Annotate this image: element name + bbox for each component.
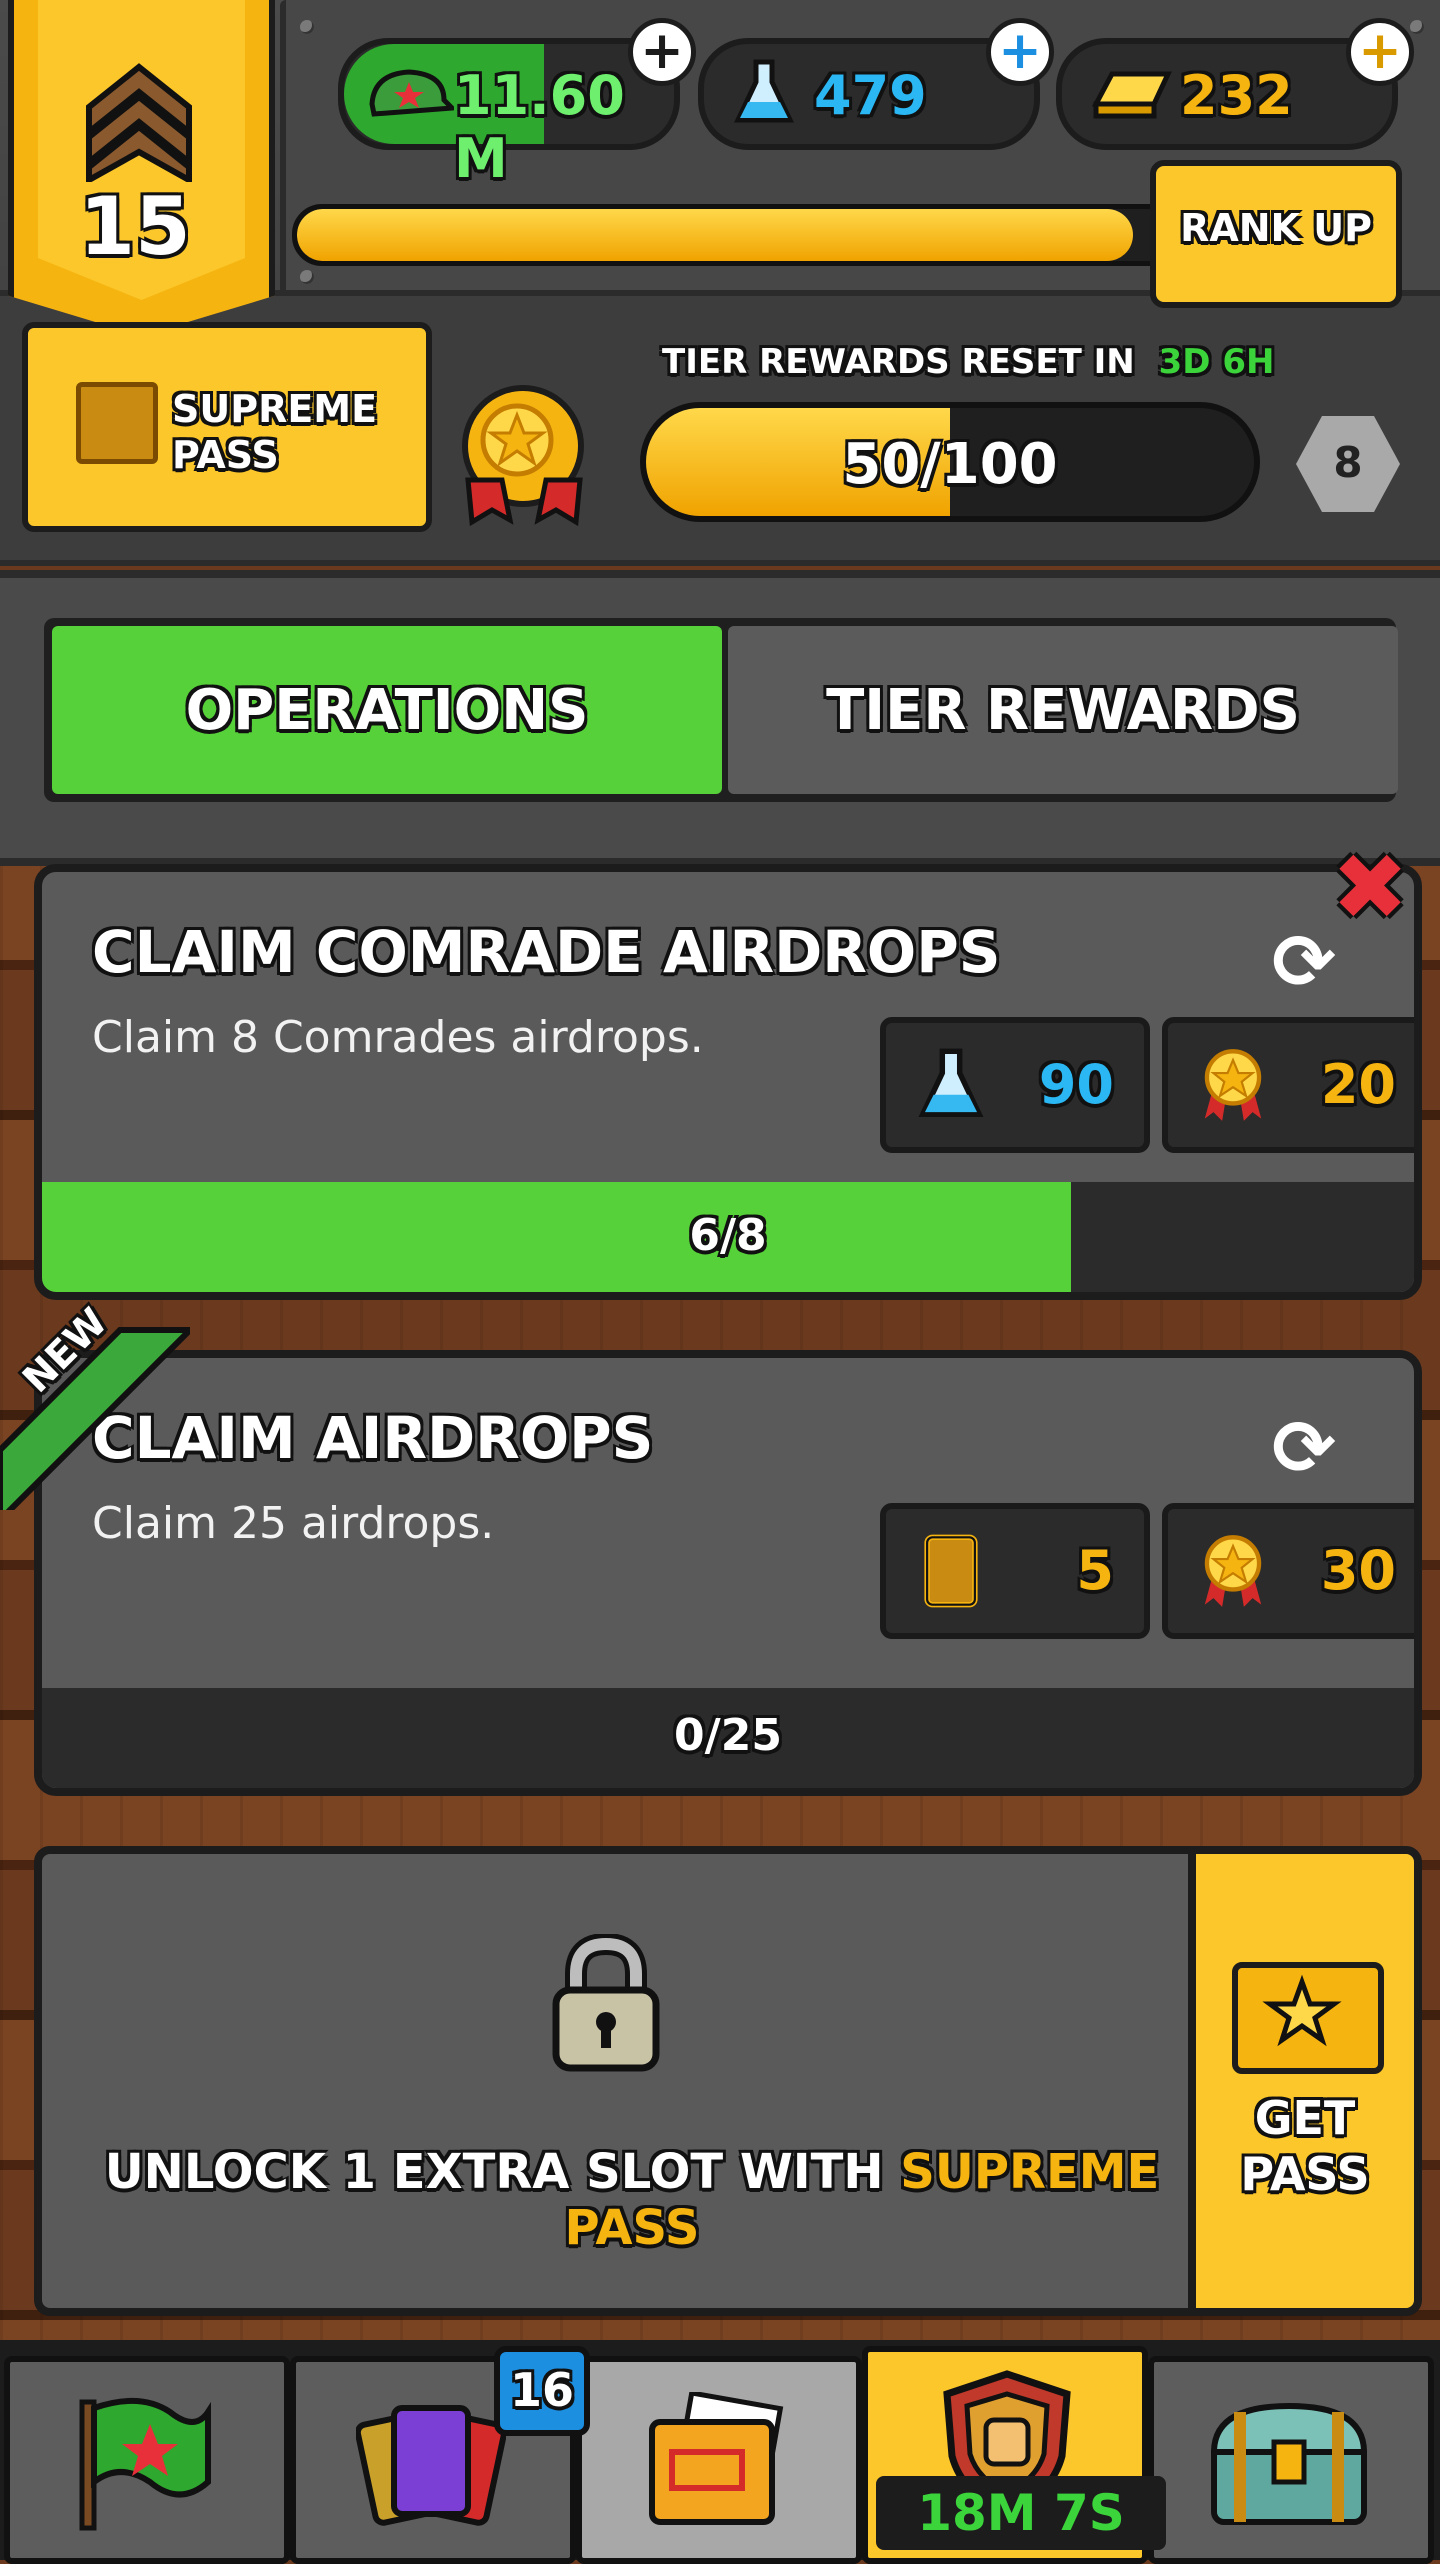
medal-icon xyxy=(1204,1049,1262,1121)
operation-description: Claim 8 Comrades airdrops. xyxy=(92,1012,704,1063)
operation-progress-bar: 0/25 xyxy=(42,1688,1414,1788)
soldiers-value: 11.60 M xyxy=(454,64,625,190)
add-soldiers-button[interactable]: + xyxy=(628,18,696,86)
pass-checkbox-icon xyxy=(76,382,158,464)
get-pass-label: GET PASS xyxy=(1240,2091,1370,2201)
operation-title: CLAIM COMRADE AIRDROPS xyxy=(92,918,1001,986)
tabs-panel: OPERATIONS TIER REWARDS xyxy=(0,570,1440,866)
rank-up-button[interactable]: RANK UP xyxy=(1150,160,1402,308)
xp-progress-bar xyxy=(292,204,1182,266)
bottom-nav xyxy=(0,2340,1440,2564)
reward-amount: 30 xyxy=(1320,1539,1396,1602)
cards-icon xyxy=(356,2405,506,2526)
operation-progress-bar: 6/8 xyxy=(42,1182,1414,1292)
tier-reset-time: 3D 6H xyxy=(1158,342,1275,382)
operation-card: CLAIM COMRADE AIRDROPS Claim 8 Comrades … xyxy=(34,864,1422,1300)
supreme-pass-label: SUPREME PASS xyxy=(172,387,378,477)
gold-bar-icon xyxy=(1092,71,1172,119)
operation-progress-text: 6/8 xyxy=(689,1210,767,1261)
rank-up-label: RANK UP xyxy=(1180,206,1372,250)
tab-operations[interactable]: OPERATIONS xyxy=(52,626,722,794)
pass-ticket-icon xyxy=(1232,1962,1384,2074)
flask-icon xyxy=(918,1048,984,1118)
padlock-icon xyxy=(552,1934,660,2072)
folder-icon xyxy=(649,2392,784,2525)
add-gold-button[interactable]: + xyxy=(1346,18,1414,86)
card-icon xyxy=(924,1534,978,1608)
add-flask-button[interactable]: + xyxy=(986,18,1054,86)
operations-timer: 18M 7S xyxy=(876,2476,1166,2550)
xp-progress-fill xyxy=(297,209,1133,261)
tier-progress-text: 50/100 xyxy=(842,432,1058,497)
gold-value: 232 xyxy=(1180,64,1293,127)
tier-reset-label: TIER REWARDS RESET IN 3D 6H xyxy=(662,342,1275,382)
locked-slot-message: UNLOCK 1 EXTRA SLOT WITH SUPREME PASS xyxy=(104,2144,1160,2256)
flask-icon xyxy=(734,59,794,123)
nav-shop-button[interactable] xyxy=(1148,2356,1434,2564)
locked-slot: UNLOCK 1 EXTRA SLOT WITH SUPREME PASS GE… xyxy=(34,1846,1422,2316)
sergeant-chevron-icon xyxy=(86,63,192,182)
reward-flask: 90 xyxy=(880,1017,1150,1153)
reward-medal: 20 xyxy=(1162,1017,1414,1153)
chest-icon xyxy=(1210,2402,1368,2525)
rank-number: 15 xyxy=(79,180,191,273)
reward-amount: 90 xyxy=(1038,1053,1114,1116)
medal-icon xyxy=(1204,1535,1262,1607)
reward-medal: 30 xyxy=(1162,1503,1414,1639)
reward-card: 5 xyxy=(880,1503,1150,1639)
nav-intel-button[interactable] xyxy=(576,2356,862,2564)
cards-count-badge: 16 xyxy=(494,2346,590,2436)
medal-ribbon-icon xyxy=(465,477,583,527)
operation-card: CLAIM AIRDROPS Claim 25 airdrops. ⟳ 5 30… xyxy=(34,1350,1422,1796)
tabs-container: OPERATIONS TIER REWARDS xyxy=(44,618,1398,802)
supreme-pass-button[interactable]: SUPREME PASS xyxy=(22,322,432,532)
reward-amount: 5 xyxy=(1076,1539,1114,1602)
close-icon[interactable]: ✖ xyxy=(1330,842,1410,934)
flag-icon xyxy=(79,2397,211,2531)
reward-amount: 20 xyxy=(1320,1053,1396,1116)
get-pass-button[interactable]: GET PASS xyxy=(1188,1854,1414,2308)
refresh-icon[interactable]: ⟳ xyxy=(1264,1408,1344,1488)
tab-tier-rewards[interactable]: TIER REWARDS xyxy=(728,626,1398,794)
flask-value: 479 xyxy=(814,64,927,127)
nav-missions-button[interactable] xyxy=(4,2356,290,2564)
army-cap-icon xyxy=(369,69,454,117)
tier-progress-bar: 50/100 xyxy=(640,402,1260,522)
operation-progress-text: 0/25 xyxy=(674,1710,782,1761)
